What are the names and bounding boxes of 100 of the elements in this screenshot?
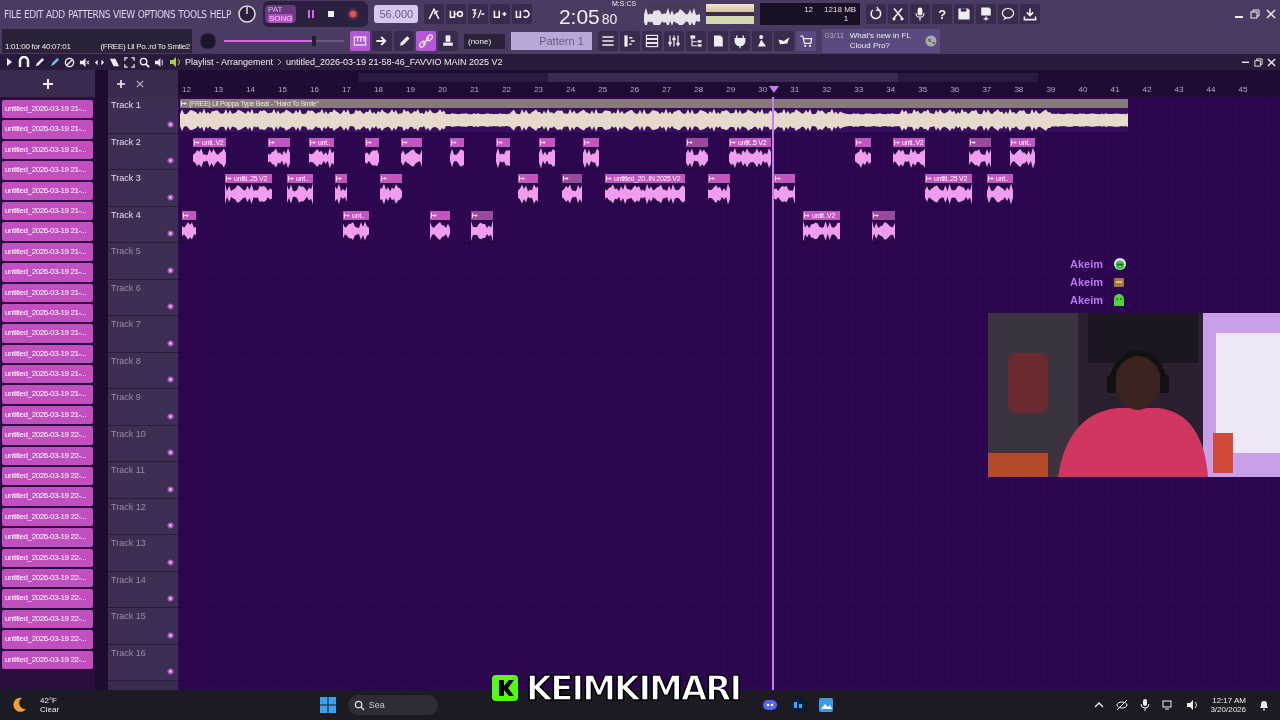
speaker-icon[interactable] [1186, 699, 1199, 711]
menu-item[interactable]: PATTERNS [67, 8, 111, 20]
track-led-icon[interactable] [167, 668, 174, 675]
slider-thumb[interactable] [312, 36, 316, 46]
clip-header[interactable] [686, 137, 708, 147]
mute-circle-icon[interactable] [64, 56, 75, 68]
audio-waveform[interactable] [803, 219, 840, 242]
mixer-icon[interactable] [663, 31, 684, 51]
pencil-icon[interactable] [394, 31, 414, 51]
clip-picker-item[interactable]: untitled_2026-03-19 21-... [2, 385, 93, 404]
clip-header[interactable] [539, 137, 555, 147]
clip-picker-item[interactable]: untitled_2026-03-19 21-... [2, 222, 93, 241]
audio-waveform[interactable] [605, 183, 685, 205]
clip-header[interactable] [562, 174, 582, 183]
menu-item[interactable]: VIEW [113, 8, 135, 20]
pause-icon[interactable] [306, 9, 317, 19]
taskbar-clock[interactable]: 12:17 AM 3/20/2026 [1210, 696, 1246, 714]
notification-bell-icon[interactable] [1258, 699, 1270, 711]
clip-picker-item[interactable]: untitled_2026-03-19 22-... [2, 630, 93, 649]
track-led-icon[interactable] [167, 193, 174, 201]
track-header[interactable]: Track 7 [108, 316, 178, 353]
figure-icon[interactable] [751, 31, 772, 51]
speaker-icon[interactable] [169, 56, 181, 68]
clip-picker-item[interactable]: untitled_2026-03-19 21-... [2, 242, 93, 262]
clip-header[interactable] [335, 174, 347, 183]
snap-dropdown[interactable]: (none) [464, 33, 506, 49]
track-header[interactable]: Track 3 [108, 170, 178, 207]
link-icon[interactable] [416, 31, 436, 51]
clip-picker-item[interactable]: untitled_2026-03-19 22-... [2, 446, 93, 466]
track-header[interactable]: Track 4 [108, 206, 178, 243]
select-frame-icon[interactable] [124, 56, 135, 68]
clip-picker-item[interactable]: untitled_2026-03-19 22-... [2, 548, 93, 567]
brush-icon[interactable] [49, 56, 60, 68]
track-led-icon[interactable] [167, 485, 174, 493]
audio-waveform[interactable] [686, 146, 708, 169]
track-header[interactable]: Track 14 [108, 571, 178, 608]
speaker-icon[interactable] [154, 56, 165, 68]
audio-waveform[interactable] [365, 146, 379, 169]
track-header[interactable]: Track 8 [108, 352, 178, 389]
audio-waveform[interactable] [430, 219, 450, 242]
menu-item[interactable]: TOOLS [178, 8, 207, 20]
clip-header[interactable] [872, 210, 895, 220]
track-led-icon[interactable] [167, 303, 174, 310]
zoom-icon[interactable] [139, 56, 150, 68]
mode-toggle[interactable]: PAT [267, 5, 294, 14]
clip-picker-item[interactable]: untitled_2026-03-19 22-... [2, 569, 93, 588]
microphone-icon[interactable] [1140, 699, 1151, 711]
stamp-icon[interactable] [438, 31, 458, 51]
track-led-icon[interactable] [167, 266, 174, 274]
play-arrow-icon[interactable] [6, 57, 14, 67]
chevron-up-icon[interactable] [1094, 700, 1105, 710]
audio-waveform[interactable] [708, 183, 730, 205]
track-header[interactable]: Track 16 [108, 644, 178, 681]
track-header[interactable]: Track 1 [108, 97, 178, 134]
audio-waveform[interactable] [182, 219, 196, 242]
track-header[interactable]: Track 2 [108, 133, 178, 170]
scrollbar[interactable] [95, 70, 108, 690]
clip-picker-item[interactable]: untitled_2026-03-19 21-... [2, 161, 93, 180]
track-header[interactable]: Track 10 [108, 425, 178, 462]
menu-item[interactable]: HELP [209, 8, 231, 20]
loop-record-icon[interactable] [512, 4, 533, 24]
track-led-icon[interactable] [167, 631, 174, 639]
knob-icon[interactable] [236, 4, 257, 24]
network-icon[interactable] [1162, 699, 1175, 711]
audio-waveform[interactable] [562, 183, 582, 205]
stop-icon[interactable] [326, 9, 337, 19]
track-led-icon[interactable] [167, 595, 174, 602]
clip-picker-item[interactable]: untitled_2026-03-19 21-... [2, 344, 93, 364]
clip-header[interactable] [708, 174, 730, 183]
clip-header[interactable] [268, 137, 290, 147]
audio-waveform[interactable] [987, 183, 1013, 205]
waveform-loop-icon[interactable] [446, 4, 467, 24]
clip-picker-item[interactable]: untitled_2026-03-19 21-... [2, 365, 93, 384]
restore-icon[interactable] [1254, 57, 1263, 67]
tempo-display[interactable]: 56.000 [374, 5, 419, 23]
discord-icon[interactable] [761, 697, 778, 713]
clip-header[interactable] [969, 137, 991, 147]
download-icon[interactable] [1020, 4, 1041, 24]
audio-waveform[interactable] [872, 219, 895, 242]
audio-waveform[interactable] [1010, 146, 1035, 169]
track-header[interactable]: Track 15 [108, 608, 178, 645]
clip-header[interactable] [496, 137, 510, 147]
audio-waveform[interactable] [855, 146, 871, 169]
bird-icon[interactable] [773, 31, 794, 51]
audio-waveform[interactable] [380, 183, 402, 205]
windows-start-icon[interactable] [319, 697, 336, 713]
clip-header[interactable] [182, 210, 196, 220]
search-field[interactable]: Sea [347, 695, 438, 715]
news-panel[interactable]: 03/11 What's new in FL Cloud Pro? [821, 29, 940, 53]
audio-waveform[interactable] [774, 183, 795, 205]
clip-picker-item[interactable]: untitled_2026-03-19 21-... [2, 120, 93, 139]
document-icon[interactable] [707, 31, 728, 51]
speaker-muted-icon[interactable] [79, 56, 90, 68]
piano-roll-icon[interactable] [619, 31, 640, 51]
record-icon[interactable] [346, 7, 361, 21]
chat-bubble-icon[interactable] [998, 4, 1019, 24]
audio-waveform[interactable] [496, 146, 510, 169]
clip-header[interactable] [471, 210, 493, 220]
eye-slash-icon[interactable] [1116, 699, 1129, 711]
track-led-icon[interactable] [167, 157, 174, 164]
